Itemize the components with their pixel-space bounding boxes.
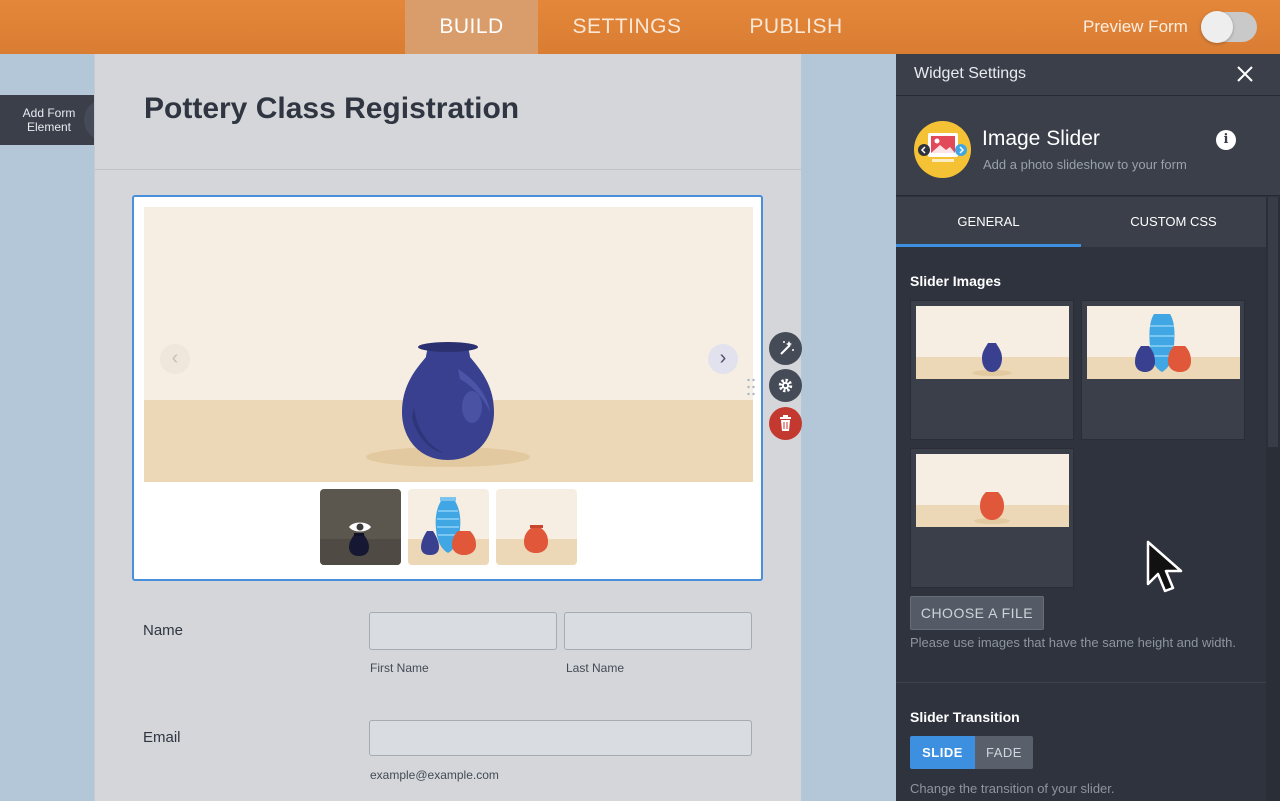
slider-image-card-3[interactable] bbox=[910, 448, 1074, 588]
close-icon bbox=[1237, 66, 1253, 82]
widget-name: Image Slider bbox=[982, 127, 1100, 150]
first-name-input[interactable] bbox=[369, 612, 557, 650]
trash-icon bbox=[780, 415, 791, 431]
last-name-sublabel: Last Name bbox=[566, 661, 625, 675]
transition-hint: Change the transition of your slider. bbox=[910, 781, 1115, 796]
image-slider-widget[interactable]: ‹ › bbox=[132, 195, 763, 581]
chevron-left-icon: ‹ bbox=[171, 347, 179, 369]
slider-image-card-2[interactable] bbox=[1081, 300, 1245, 440]
add-form-element-label: Add Form Element bbox=[22, 106, 76, 134]
magic-wand-icon bbox=[780, 341, 794, 355]
widget-description: Add a photo slideshow to your form bbox=[983, 157, 1187, 172]
gear-icon bbox=[778, 378, 793, 393]
thumbnail-3-image bbox=[524, 525, 548, 553]
widget-info: Image Slider Add a photo slideshow to yo… bbox=[896, 96, 1280, 196]
widget-settings-button[interactable] bbox=[769, 369, 802, 402]
thumbnail-2[interactable] bbox=[408, 489, 489, 565]
thumbnail-3[interactable] bbox=[496, 489, 577, 565]
slider-image-preview bbox=[916, 454, 1069, 527]
toggle-knob bbox=[1201, 11, 1233, 43]
info-icon[interactable]: i bbox=[1216, 130, 1236, 150]
top-nav-bar: BUILD SETTINGS PUBLISH Preview Form bbox=[0, 0, 1280, 54]
panel-header: Widget Settings bbox=[896, 54, 1280, 96]
close-panel-button[interactable] bbox=[1232, 61, 1258, 87]
slider-next-button[interactable]: › bbox=[708, 344, 738, 374]
eye-icon bbox=[349, 522, 371, 532]
email-sublabel: example@example.com bbox=[370, 768, 499, 782]
thumbnail-2-image bbox=[421, 497, 476, 555]
first-name-sublabel: First Name bbox=[370, 661, 429, 675]
scrollbar-thumb[interactable] bbox=[1268, 197, 1278, 447]
slider-image-preview bbox=[916, 306, 1069, 379]
title-divider bbox=[95, 169, 802, 170]
three-vases-image bbox=[1135, 314, 1191, 372]
panel-scrollbar[interactable] bbox=[1266, 197, 1280, 801]
slider-image-card-1[interactable] bbox=[910, 300, 1074, 440]
transition-fade-option[interactable]: FADE bbox=[975, 736, 1033, 769]
chevron-right-icon: › bbox=[719, 347, 727, 369]
panel-tabs: GENERAL CUSTOM CSS bbox=[896, 197, 1266, 247]
tab-custom-css[interactable]: CUSTOM CSS bbox=[1081, 197, 1266, 247]
widget-settings-panel: Widget Settings Image Slider Add a photo… bbox=[896, 54, 1280, 801]
slider-prev-button[interactable]: ‹ bbox=[160, 344, 190, 374]
orange-vase-image bbox=[974, 492, 1010, 524]
tab-general[interactable]: GENERAL bbox=[896, 197, 1081, 247]
preview-form-toggle[interactable] bbox=[1201, 11, 1257, 43]
choose-file-button[interactable]: CHOOSE A FILE bbox=[910, 596, 1044, 630]
delete-widget-button[interactable] bbox=[769, 407, 802, 440]
panel-title: Widget Settings bbox=[914, 65, 1027, 82]
mouse-pointer-icon bbox=[1146, 540, 1183, 593]
navy-vase-illustration bbox=[366, 342, 530, 467]
image-slider-glyph bbox=[918, 133, 967, 162]
tab-publish[interactable]: PUBLISH bbox=[716, 0, 876, 54]
form-title[interactable]: Pottery Class Registration bbox=[144, 92, 519, 126]
magic-wand-button[interactable] bbox=[769, 332, 802, 365]
slider-transition-title: Slider Transition bbox=[910, 709, 1020, 725]
preview-form-label: Preview Form bbox=[1083, 17, 1188, 36]
tab-build[interactable]: BUILD bbox=[405, 0, 538, 54]
drag-handle-icon[interactable] bbox=[747, 378, 755, 396]
transition-slide-option[interactable]: SLIDE bbox=[910, 736, 975, 769]
thumbnail-1[interactable] bbox=[320, 489, 401, 565]
slider-main-image: ‹ › bbox=[144, 207, 753, 482]
email-input[interactable] bbox=[369, 720, 752, 756]
navy-vase-image bbox=[972, 343, 1012, 376]
section-divider bbox=[896, 682, 1266, 683]
image-slider-widget-icon bbox=[914, 121, 971, 178]
choose-file-hint: Please use images that have the same hei… bbox=[910, 635, 1236, 650]
slider-images-title: Slider Images bbox=[910, 273, 1002, 289]
name-field-label: Name bbox=[143, 622, 184, 639]
last-name-input[interactable] bbox=[564, 612, 752, 650]
tab-settings[interactable]: SETTINGS bbox=[538, 0, 716, 54]
email-field-label: Email bbox=[143, 729, 181, 746]
slider-image-preview bbox=[1087, 306, 1240, 379]
